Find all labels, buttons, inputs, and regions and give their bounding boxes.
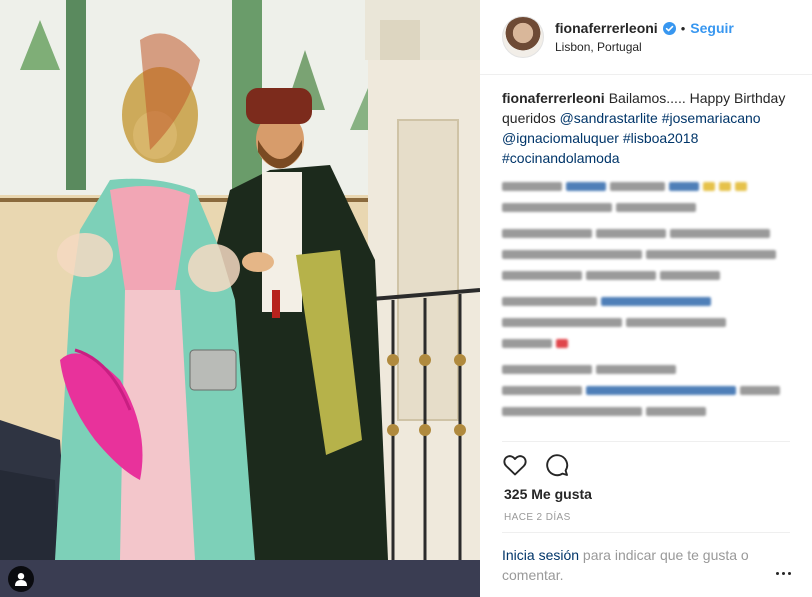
divider [480,74,812,75]
location-link[interactable]: Lisbon, Portugal [555,40,642,54]
more-dots-icon [776,571,779,575]
blurred-comment [502,297,802,307]
divider [502,441,790,442]
login-prompt: Inicia sesión para indicar que te gusta … [502,545,764,585]
more-options-button[interactable] [776,568,796,578]
verified-badge-icon [662,21,676,35]
blurred-comment [502,203,802,213]
user-icon [15,573,27,586]
likes-count[interactable]: 325 Me gusta [504,486,592,502]
post-image [0,0,480,597]
blurred-comment [502,339,802,349]
like-button[interactable] [502,452,528,478]
avatar[interactable] [502,16,544,58]
tagged-users-button[interactable] [8,566,34,592]
comment-button[interactable] [544,452,570,478]
comment-icon [546,454,569,477]
blurred-comment [502,229,802,239]
post-panel: fionaferrerleoni • Seguir Lisbon, Portug… [480,0,812,597]
blurred-comment [502,407,802,417]
blurred-comment [502,318,802,328]
blurred-comment [502,182,802,192]
mention-link[interactable]: @ignaciomaluquer [502,130,619,146]
blurred-comment [502,271,802,281]
caption-username[interactable]: fionaferrerleoni [502,90,605,106]
blurred-comment [502,365,802,375]
blurred-comment [502,386,802,396]
post-actions [502,452,570,480]
username-link[interactable]: fionaferrerleoni [555,20,658,36]
login-link[interactable]: Inicia sesión [502,547,579,563]
separator-dot: • [680,20,686,36]
post-header: fionaferrerleoni • Seguir Lisbon, Portug… [502,14,802,60]
heart-icon [503,455,527,476]
caption: fionaferrerleoni Bailamos..... Happy Birt… [502,88,802,168]
follow-button[interactable]: Seguir [690,20,734,36]
timestamp[interactable]: HACE 2 DÍAS [504,512,571,523]
mention-link[interactable]: @sandrastarlite [560,110,658,126]
post-photo[interactable] [0,0,480,597]
comments-section: fionaferrerleoni Bailamos..... Happy Birt… [502,88,802,417]
hashtag-link[interactable]: #lisboa2018 [623,130,699,146]
divider [502,532,790,533]
user-line: fionaferrerleoni • Seguir [555,20,734,36]
blurred-comment [502,250,802,260]
hashtag-link[interactable]: #josemariacano [662,110,761,126]
hashtag-link[interactable]: #cocinandolamoda [502,150,620,166]
